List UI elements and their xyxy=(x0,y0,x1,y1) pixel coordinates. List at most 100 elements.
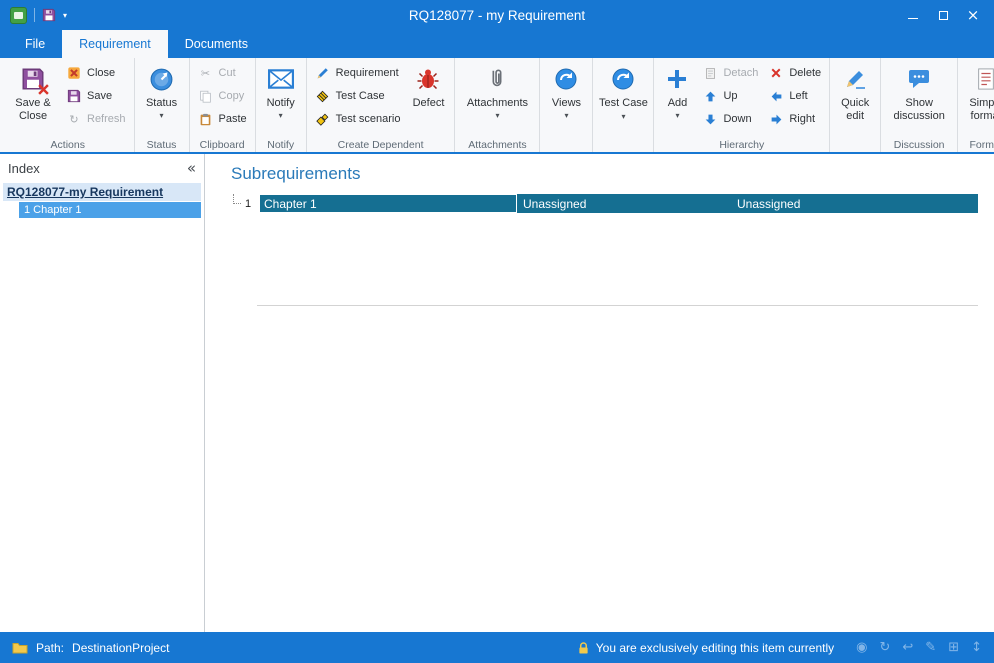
quick-save-button[interactable] xyxy=(42,8,56,22)
ribbon-group-notify: Notify ▾ Notify xyxy=(256,58,307,152)
save-and-close-button[interactable]: Save & Close xyxy=(5,60,61,137)
sidebar-header: Index « xyxy=(0,154,204,179)
test-case-icon xyxy=(315,88,331,104)
cut-button[interactable]: ✂ Cut xyxy=(193,64,252,82)
status-refresh-icon[interactable]: ↻ xyxy=(879,640,890,655)
status-grid-icon[interactable]: ⊞ xyxy=(948,640,959,655)
minimize-icon xyxy=(908,18,918,19)
sidebar-title: Index xyxy=(8,161,40,176)
ribbon-group-attachments: Attachments ▾ Attachments xyxy=(455,58,540,152)
index-sidebar: Index « RQ128077-my Requirement 1 Chapte… xyxy=(0,154,205,632)
path-indicator: Path: DestinationProject xyxy=(12,641,169,655)
folder-icon xyxy=(12,642,28,654)
ribbon-group-actions: Save & Close Close Save ↻ Refresh Action… xyxy=(2,58,135,152)
dropdown-arrow-icon: ▾ xyxy=(279,111,283,120)
row-index: 1 xyxy=(245,198,259,210)
ribbon: Save & Close Close Save ↻ Refresh Action… xyxy=(0,58,994,154)
tab-documents[interactable]: Documents xyxy=(168,30,265,58)
test-case-sphere-icon xyxy=(611,63,635,95)
delete-button[interactable]: Delete xyxy=(763,64,826,82)
close-window-button[interactable]: × xyxy=(958,0,988,30)
cell-name[interactable]: Chapter 1 xyxy=(259,194,517,213)
create-test-scenario-button[interactable]: Test scenario xyxy=(310,110,406,128)
close-button[interactable]: Close xyxy=(61,64,131,82)
subrequirement-rowline: 1 Chapter 1 Unassigned Unassigned xyxy=(231,194,978,213)
test-scenario-icon xyxy=(315,111,331,127)
move-left-button[interactable]: Left xyxy=(763,87,826,105)
detach-icon xyxy=(702,65,718,81)
page-title: Subrequirements xyxy=(231,164,978,184)
quick-edit-button[interactable]: Quick edit xyxy=(833,60,877,137)
paste-button[interactable]: Paste xyxy=(193,110,252,128)
status-button[interactable]: Status ▾ xyxy=(138,60,186,137)
cell-release[interactable]: Unassigned xyxy=(731,194,978,213)
pencil-edit-icon xyxy=(843,63,867,95)
create-requirement-button[interactable]: Requirement xyxy=(310,64,406,82)
status-resize-icon[interactable]: ↕ xyxy=(971,640,982,655)
arrow-down-icon xyxy=(702,111,718,127)
titlebar: ▾ RQ128077 - my Requirement × xyxy=(0,0,994,30)
tree-node-chapter[interactable]: 1 Chapter 1 xyxy=(19,202,201,218)
save-close-icon xyxy=(21,63,45,95)
cell-owner[interactable]: Unassigned xyxy=(517,194,731,213)
tab-file[interactable]: File xyxy=(8,30,62,58)
quick-access-toolbar: ▾ xyxy=(6,7,67,24)
cut-icon: ✂ xyxy=(198,65,214,81)
lock-message: You are exclusively editing this item cu… xyxy=(596,641,834,655)
save-icon xyxy=(66,88,82,104)
lock-indicator: You are exclusively editing this item cu… xyxy=(578,641,834,655)
arrow-left-icon xyxy=(768,88,784,104)
ribbon-group-create-dependent: Requirement Test Case Test scenario Defe… xyxy=(307,58,456,152)
status-icon xyxy=(149,63,174,95)
main-panel: Subrequirements 1 Chapter 1 Unassigned U… xyxy=(205,154,994,632)
maximize-button[interactable] xyxy=(928,0,958,30)
quick-access-dropdown-icon[interactable]: ▾ xyxy=(63,11,67,20)
path-value: DestinationProject xyxy=(72,641,169,655)
show-discussion-button[interactable]: Show discussion xyxy=(884,60,954,137)
collapse-sidebar-icon[interactable]: « xyxy=(187,159,196,177)
app-icon[interactable] xyxy=(10,7,27,24)
close-item-icon xyxy=(66,65,82,81)
paste-icon xyxy=(198,111,214,127)
content-area: Index « RQ128077-my Requirement 1 Chapte… xyxy=(0,154,994,632)
requirement-pen-icon xyxy=(315,65,331,81)
dropdown-arrow-icon: ▾ xyxy=(160,111,164,120)
move-down-button[interactable]: Down xyxy=(697,110,763,128)
tab-requirement[interactable]: Requirement xyxy=(62,30,168,58)
status-edit-icon[interactable]: ✎ xyxy=(925,640,936,655)
speech-bubble-icon xyxy=(907,63,931,95)
refresh-icon: ↻ xyxy=(66,111,82,127)
status-undo-icon[interactable]: ↩ xyxy=(902,640,913,655)
section-divider xyxy=(257,305,978,306)
create-test-case-button[interactable]: Test Case xyxy=(310,87,406,105)
refresh-button[interactable]: ↻ Refresh xyxy=(61,110,131,128)
save-button[interactable]: Save xyxy=(61,87,131,105)
ribbon-group-test-case: Test Case ▾ xyxy=(593,58,654,152)
status-target-icon[interactable]: ◉ xyxy=(856,640,867,655)
dropdown-arrow-icon: ▾ xyxy=(675,111,679,120)
ribbon-group-views: Views ▾ xyxy=(540,58,593,152)
move-right-button[interactable]: Right xyxy=(763,110,826,128)
create-defect-button[interactable]: Defect xyxy=(405,60,451,137)
window-controls: × xyxy=(898,0,988,30)
window-title: RQ128077 - my Requirement xyxy=(0,8,994,23)
maximize-icon xyxy=(939,11,948,20)
copy-button[interactable]: Copy xyxy=(193,87,252,105)
add-button[interactable]: Add ▾ xyxy=(657,60,697,137)
dropdown-arrow-icon: ▾ xyxy=(564,111,568,120)
test-case-button[interactable]: Test Case ▾ xyxy=(596,60,650,137)
table-row[interactable]: Chapter 1 Unassigned Unassigned xyxy=(259,194,978,213)
envelope-icon xyxy=(268,63,294,95)
detach-button[interactable]: Detach xyxy=(697,64,763,82)
ribbon-group-clipboard: ✂ Cut Copy Paste Clipboard xyxy=(190,58,256,152)
arrow-right-icon xyxy=(768,111,784,127)
move-up-button[interactable]: Up xyxy=(697,87,763,105)
minimize-button[interactable] xyxy=(898,0,928,30)
notify-button[interactable]: Notify ▾ xyxy=(259,60,303,137)
path-label: Path: xyxy=(36,641,64,655)
tree-elbow-icon xyxy=(233,194,241,204)
views-button[interactable]: Views ▾ xyxy=(543,60,589,137)
tree-node-root[interactable]: RQ128077-my Requirement xyxy=(3,183,201,201)
attachments-button[interactable]: Attachments ▾ xyxy=(458,60,536,137)
simple-format-button[interactable]: Simple format xyxy=(961,60,994,137)
